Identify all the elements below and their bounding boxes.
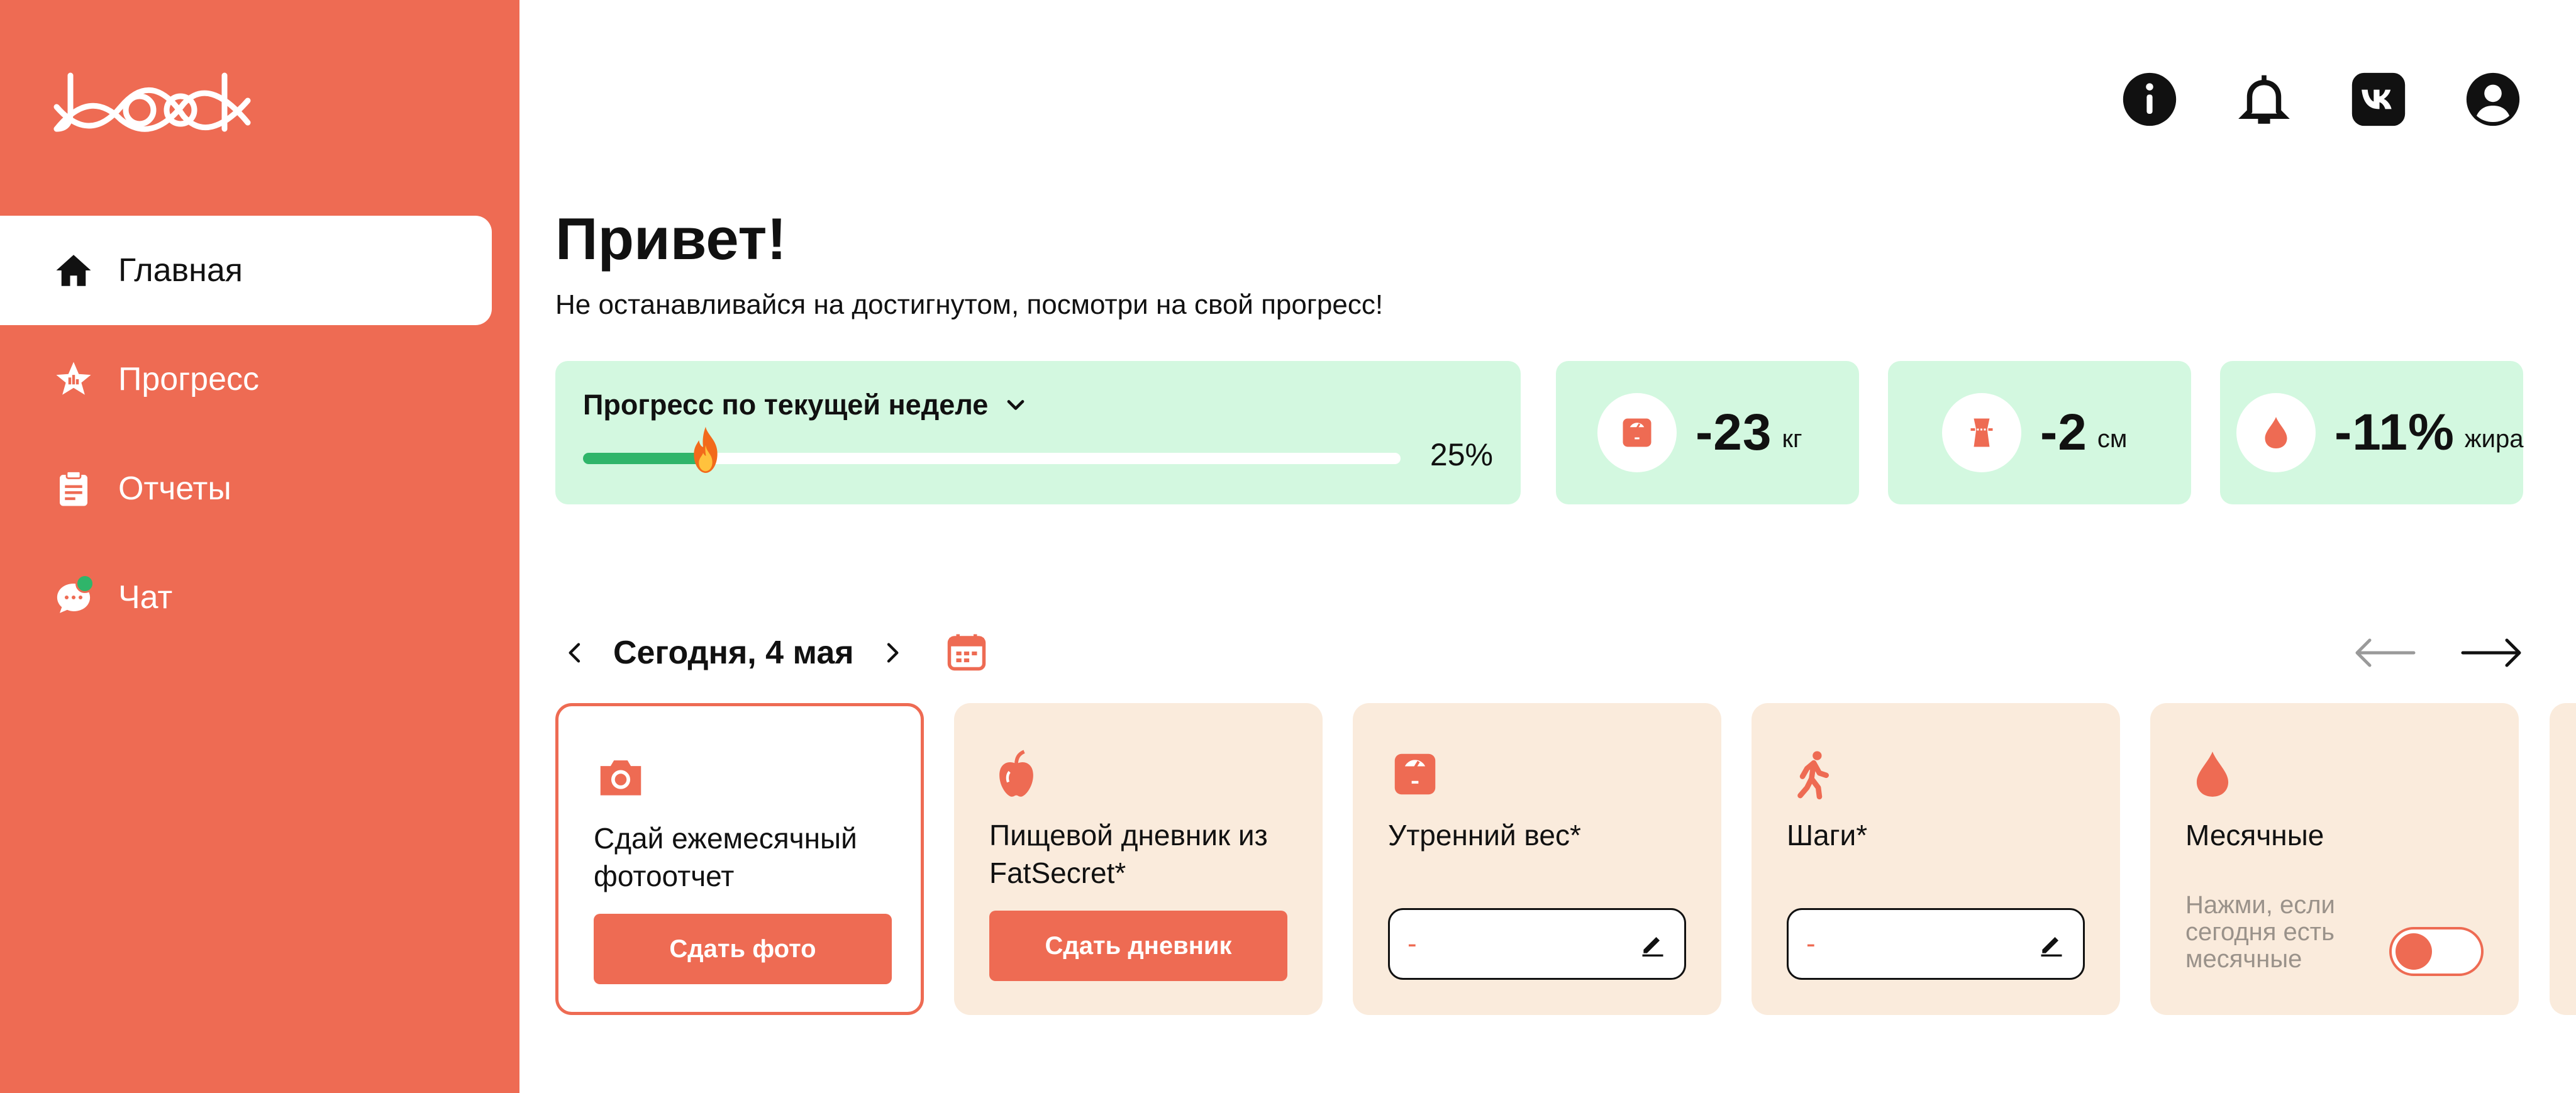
stat-fat-value: -11% <box>2334 404 2455 461</box>
progress-percent: 25% <box>1430 437 1493 472</box>
chat-icon <box>52 574 96 619</box>
sidebar-item-chat[interactable]: Чат <box>0 543 492 652</box>
bell-icon[interactable] <box>2234 69 2294 130</box>
task-title: Месячные <box>2185 819 2324 852</box>
sidebar-item-label: Прогресс <box>118 361 260 397</box>
period-hint: Нажми, если сегодня есть месячные <box>2185 891 2335 973</box>
sidebar-item-label: Отчеты <box>118 470 231 507</box>
stat-waist-unit: см <box>2097 424 2128 453</box>
page-subtitle: Не останавливайся на достигнутом, посмот… <box>555 289 1384 320</box>
task-card-steps: Шаги* - <box>1752 703 2120 1015</box>
weight-input-value: - <box>1407 928 1417 959</box>
scroll-right-arrow-icon[interactable] <box>2460 633 2523 673</box>
sidebar: Главная Прогресс Отчеты Чат <box>0 0 519 1093</box>
week-progress-card: Прогресс по текущей неделе 25% <box>555 361 1521 504</box>
task-card-diary: Пищевой дневник из FatSecret* Сдать днев… <box>954 703 1323 1015</box>
calendar-icon[interactable] <box>946 631 990 675</box>
chevron-down-icon <box>1007 400 1024 410</box>
info-icon[interactable] <box>2119 69 2180 130</box>
current-date: Сегодня, 4 мая <box>613 635 854 671</box>
stat-weight-unit: кг <box>1782 424 1802 453</box>
sidebar-item-label: Главная <box>118 252 243 289</box>
stat-fat-unit: жира <box>2464 424 2524 453</box>
clipboard-icon <box>52 467 96 511</box>
submit-diary-button[interactable]: Сдать дневник <box>989 911 1287 981</box>
scale-icon <box>1388 747 1442 801</box>
scale-icon <box>1597 393 1677 472</box>
stat-weight-value: -23 <box>1696 404 1772 461</box>
star-icon <box>52 357 96 401</box>
task-title: Сдай ежемесячный фотоотчет <box>594 822 857 892</box>
week-progress-title: Прогресс по текущей неделе <box>583 389 989 421</box>
task-card-partial <box>2550 703 2576 1015</box>
camera-icon <box>594 750 648 804</box>
task-card-photo: Сдай ежемесячный фотоотчет Сдать фото <box>555 703 924 1015</box>
steps-input[interactable]: - <box>1787 908 2085 980</box>
stat-waist-value: -2 <box>2040 404 2087 461</box>
weight-input[interactable]: - <box>1388 908 1686 980</box>
flame-icon <box>694 426 718 473</box>
home-icon <box>52 248 96 292</box>
sidebar-item-label: Чат <box>118 579 173 616</box>
week-progress-dropdown[interactable]: Прогресс по текущей неделе <box>583 389 1030 421</box>
period-toggle[interactable] <box>2389 927 2484 976</box>
pencil-icon[interactable] <box>2038 930 2065 958</box>
task-title: Утренний вес* <box>1388 819 1581 852</box>
chevron-left-icon[interactable] <box>555 633 596 673</box>
sidebar-item-reports[interactable]: Отчеты <box>0 434 492 543</box>
drop-icon <box>2185 747 2240 801</box>
sidebar-item-progress[interactable]: Прогресс <box>0 325 492 434</box>
page-title: Привет! <box>555 206 787 272</box>
task-title: Шаги* <box>1787 819 1868 852</box>
toggle-knob <box>2396 933 2432 970</box>
walking-icon <box>1787 747 1841 801</box>
task-title: Пищевой дневник из FatSecret* <box>989 819 1268 889</box>
logo[interactable] <box>52 69 253 138</box>
apple-icon <box>989 747 1043 801</box>
task-card-period: Месячные Нажми, если сегодня есть месячн… <box>2150 703 2519 1015</box>
task-card-weight: Утренний вес* - <box>1353 703 1721 1015</box>
steps-input-value: - <box>1806 928 1816 959</box>
stat-waist-card: -2 см <box>1888 361 2191 504</box>
user-icon[interactable] <box>2463 69 2523 130</box>
notification-dot <box>75 574 94 593</box>
chevron-right-icon[interactable] <box>872 633 912 673</box>
pencil-icon[interactable] <box>1639 930 1667 958</box>
vk-icon[interactable] <box>2348 69 2409 130</box>
progress-bar <box>583 426 1401 473</box>
stat-weight-card: -23 кг <box>1556 361 1859 504</box>
stat-fat-card: -11% жира <box>2220 361 2524 504</box>
date-navigator: Сегодня, 4 мая <box>555 626 990 679</box>
sidebar-item-home[interactable]: Главная <box>0 216 492 325</box>
submit-photo-button[interactable]: Сдать фото <box>594 914 892 984</box>
scroll-left-arrow-icon[interactable] <box>2353 633 2416 673</box>
drop-icon <box>2236 393 2316 472</box>
waist-icon <box>1942 393 2021 472</box>
